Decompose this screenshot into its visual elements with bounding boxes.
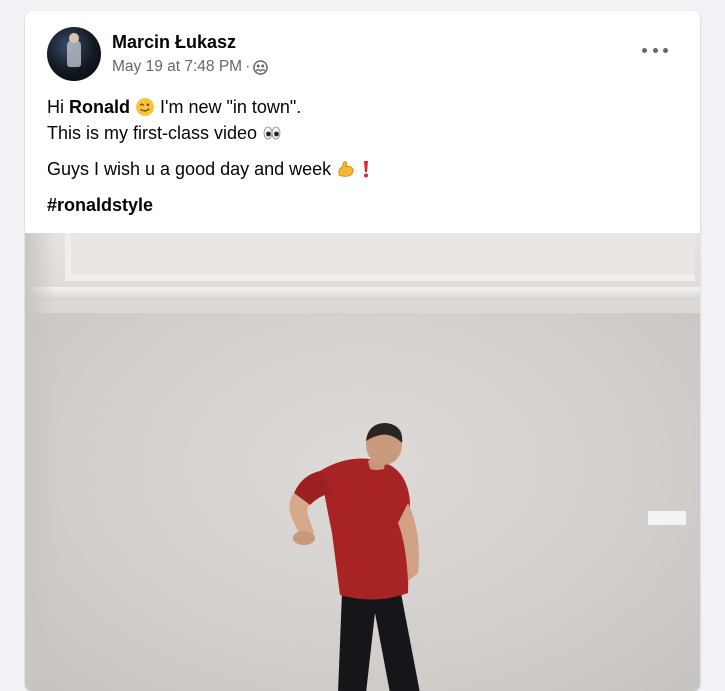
video-wall-shadow (25, 233, 55, 691)
author-name[interactable]: Marcin Łukasz (112, 31, 268, 53)
post-text: Hi Ronald I'm new "in town". This is my … (47, 94, 677, 218)
flexed-biceps-emoji (338, 161, 354, 177)
author-avatar[interactable] (47, 27, 101, 81)
post-subline: May 19 at 7:48 PM · (112, 57, 269, 77)
video-ceiling-lip (25, 287, 700, 301)
post-header: Marcin Łukasz May 19 at 7:48 PM · (47, 27, 269, 81)
post-line-2: This is my first-class video (47, 120, 677, 146)
wall-outlet (647, 510, 687, 526)
dancing-person (289, 423, 420, 691)
post-timestamp[interactable]: May 19 at 7:48 PM (112, 57, 242, 77)
exclamation-mark-emoji (364, 161, 369, 178)
more-options-icon[interactable] (642, 43, 668, 57)
greeting-text: Hi (47, 97, 69, 117)
avatar-figure (67, 39, 81, 67)
eyes-emoji (263, 126, 281, 140)
avatar-head (69, 33, 79, 43)
post-video[interactable] (25, 233, 700, 691)
video-ceiling-recess (65, 233, 695, 281)
winking-face-emoji (136, 98, 155, 116)
wish-line-text: Guys I wish u a good day and week (47, 159, 337, 179)
post-card: Marcin Łukasz May 19 at 7:48 PM · Hi Ron… (25, 11, 700, 691)
meta-separator: · (245, 58, 251, 75)
post-meta: Marcin Łukasz May 19 at 7:48 PM · (112, 31, 269, 77)
more-dot (642, 47, 647, 53)
hashtag-link[interactable]: #ronaldstyle (47, 192, 153, 218)
mention-ronald[interactable]: Ronald (69, 97, 130, 117)
video-line-text: This is my first-class video (47, 123, 263, 143)
post-line-1: Hi Ronald I'm new "in town". (47, 94, 677, 120)
greeting-suffix: I'm new "in town". (155, 97, 302, 117)
more-dot (663, 47, 668, 53)
post-line-3: Guys I wish u a good day and week (47, 156, 677, 182)
friends-globe-icon[interactable] (253, 59, 269, 75)
more-dot (652, 47, 658, 53)
